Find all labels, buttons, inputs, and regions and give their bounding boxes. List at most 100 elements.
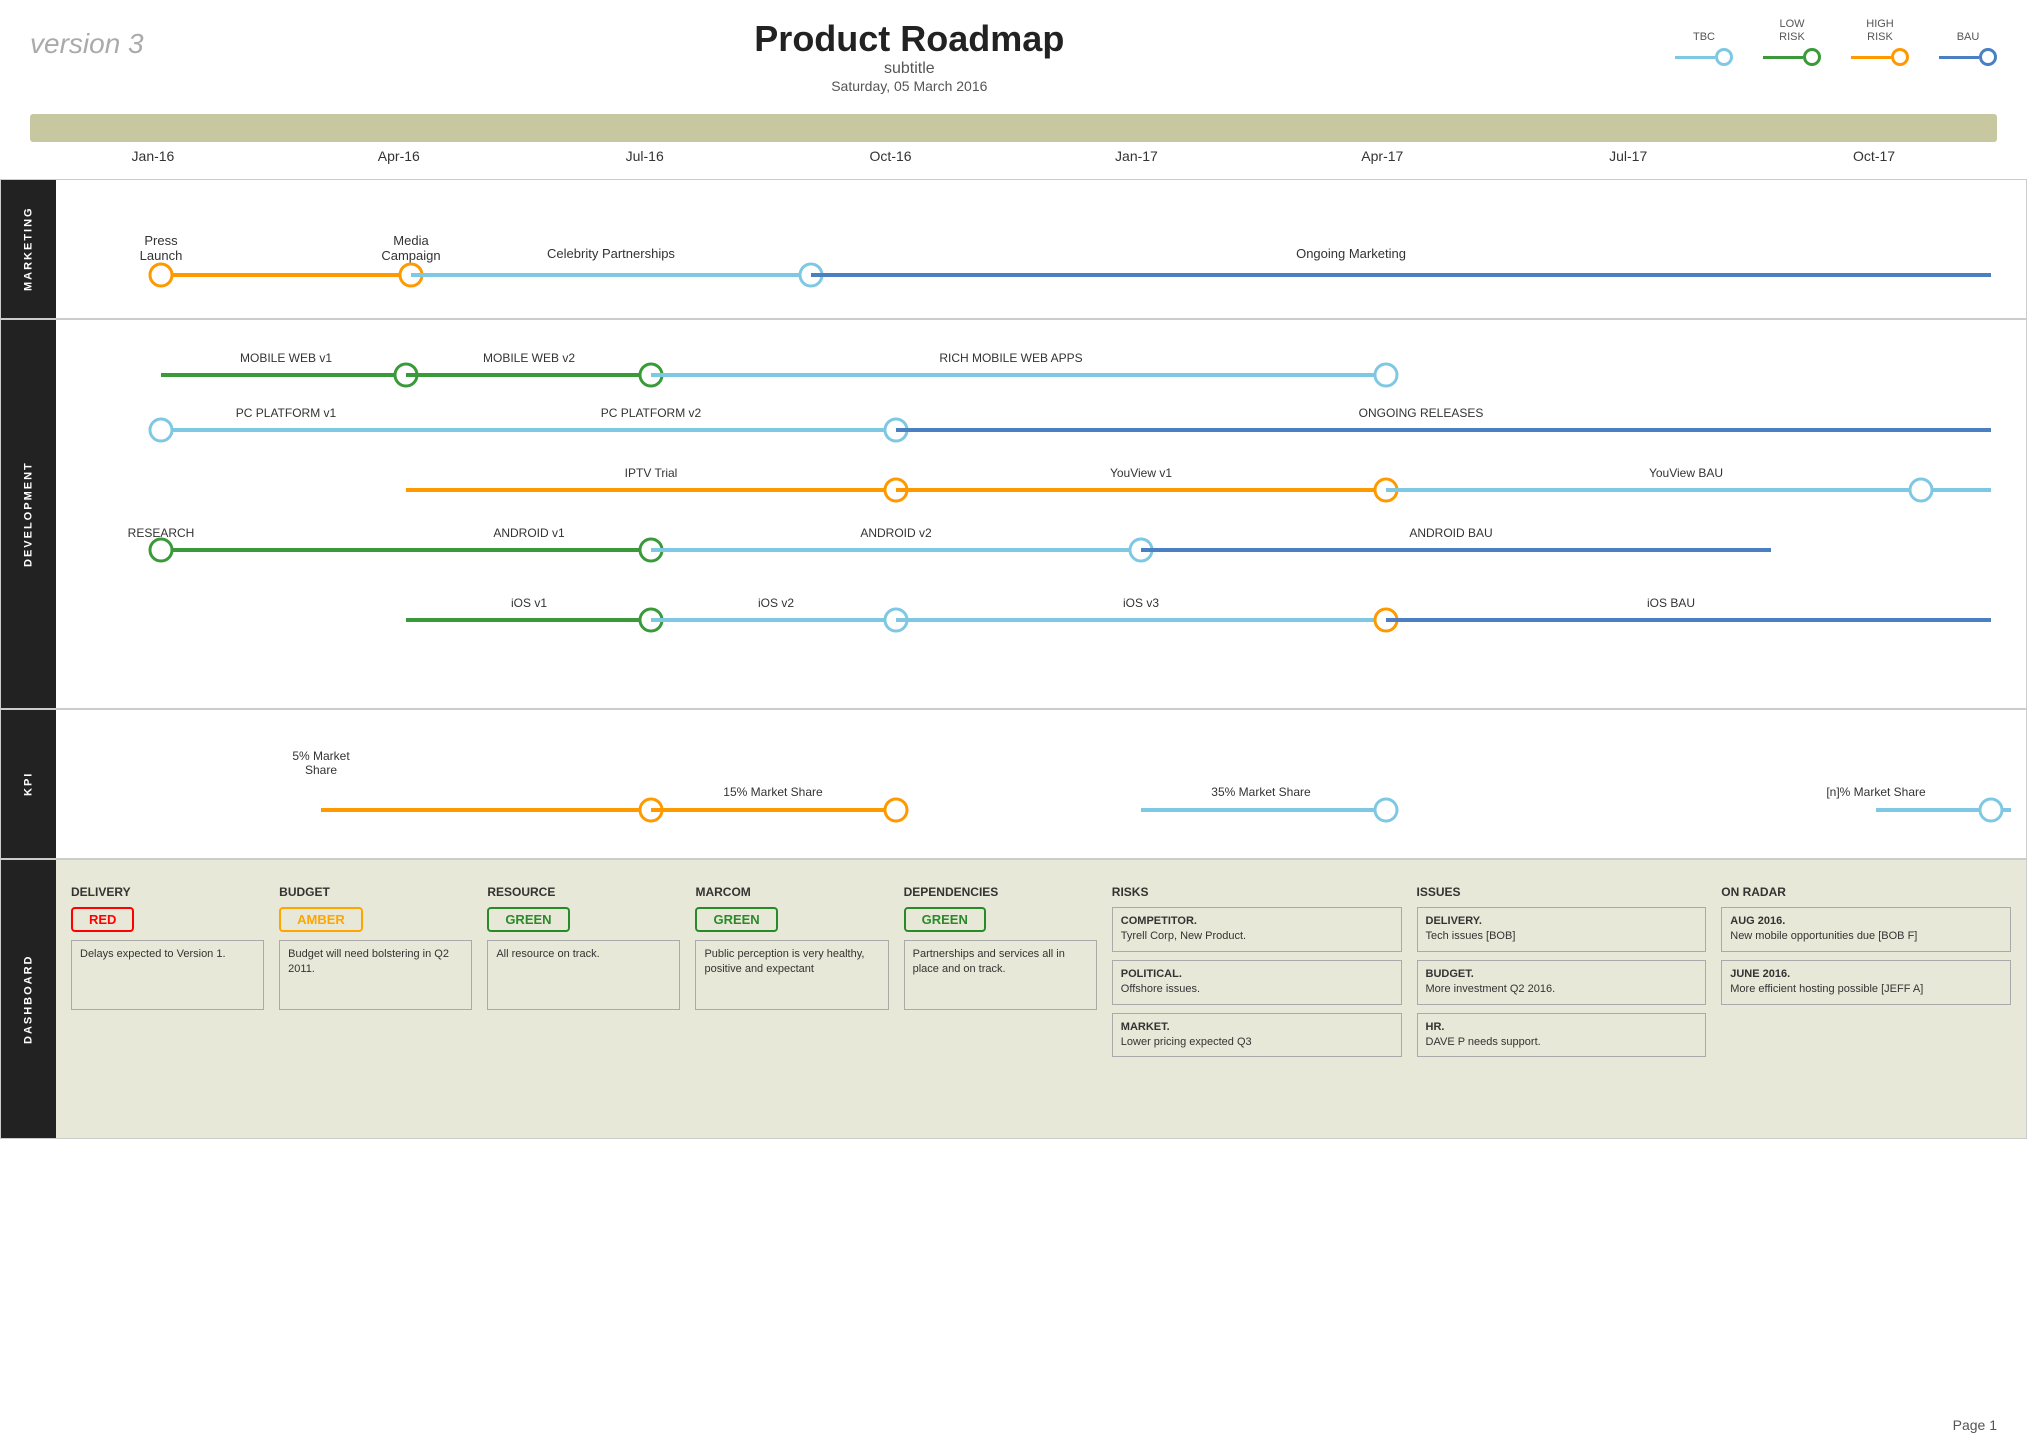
development-chart: MOBILE WEB v1 MOBILE WEB v2 RICH MOBILE … xyxy=(56,330,2026,710)
legend-high-risk-line xyxy=(1851,48,1909,66)
svg-text:iOS v2: iOS v2 xyxy=(758,596,794,610)
svg-text:PC PLATFORM v1: PC PLATFORM v1 xyxy=(236,406,337,420)
subtitle: subtitle xyxy=(754,60,1064,78)
dependencies-title: DEPENDENCIES xyxy=(904,885,1097,899)
resource-card: RESOURCE GREEN All resource on track. xyxy=(487,885,680,1065)
legend-low-risk: LOWRISK xyxy=(1763,18,1821,66)
header: version 3 Product Roadmap subtitle Satur… xyxy=(0,0,2027,104)
resource-title: RESOURCE xyxy=(487,885,680,899)
kpi-label: KPI xyxy=(1,710,56,858)
budget-card: BUDGET AMBER Budget will need bolstering… xyxy=(279,885,472,1065)
legend: TBC LOWRISK HIGHRISK BAU xyxy=(1675,18,1997,71)
svg-text:ANDROID v2: ANDROID v2 xyxy=(860,526,932,540)
delivery-text: Delays expected to Version 1. xyxy=(71,940,264,1010)
issues-title: ISSUES xyxy=(1417,885,1707,899)
resource-text: All resource on track. xyxy=(487,940,680,1010)
risks-title: RISKS xyxy=(1112,885,1402,899)
month-jul16: Jul-16 xyxy=(522,148,768,164)
marcom-title: MARCOM xyxy=(695,885,888,899)
risk-political: POLITICAL.Offshore issues. xyxy=(1112,960,1402,1005)
page-title: Product Roadmap xyxy=(754,18,1064,60)
legend-high-risk-label: HIGHRISK xyxy=(1866,18,1894,44)
month-oct16: Oct-16 xyxy=(768,148,1014,164)
month-jan17: Jan-17 xyxy=(1014,148,1260,164)
version-label: version 3 xyxy=(30,28,144,60)
risk-competitor: COMPETITOR.Tyrell Corp, New Product. xyxy=(1112,907,1402,952)
budget-text: Budget will need bolstering in Q2 2011. xyxy=(279,940,472,1010)
svg-text:35% Market Share: 35% Market Share xyxy=(1211,785,1311,799)
title-block: Product Roadmap subtitle Saturday, 05 Ma… xyxy=(754,18,1064,94)
resource-status: GREEN xyxy=(487,907,569,932)
page-number: Page 1 xyxy=(1953,1417,1997,1433)
legend-low-risk-line xyxy=(1763,48,1821,66)
marcom-status: GREEN xyxy=(695,907,777,932)
svg-text:MOBILE WEB v2: MOBILE WEB v2 xyxy=(483,351,575,365)
svg-text:RICH MOBILE WEB APPS: RICH MOBILE WEB APPS xyxy=(939,351,1082,365)
date: Saturday, 05 March 2016 xyxy=(754,78,1064,94)
risk-market: MARKET.Lower pricing expected Q3 xyxy=(1112,1013,1402,1058)
svg-text:Media: Media xyxy=(393,233,429,248)
risks-card: RISKS COMPETITOR.Tyrell Corp, New Produc… xyxy=(1112,885,1402,1065)
legend-bau: BAU xyxy=(1939,31,1997,66)
svg-text:PC PLATFORM v2: PC PLATFORM v2 xyxy=(601,406,702,420)
month-apr16: Apr-16 xyxy=(276,148,522,164)
legend-high-risk: HIGHRISK xyxy=(1851,18,1909,66)
marketing-label: MARKETING xyxy=(1,180,56,318)
month-apr17: Apr-17 xyxy=(1259,148,1505,164)
svg-text:Campaign: Campaign xyxy=(381,248,440,263)
development-section: DEVELOPMENT MOBILE WEB v1 MOBILE WEB v2 … xyxy=(0,319,2027,709)
sections-wrapper: MARKETING Press Launch Media Campaign xyxy=(0,179,2027,1139)
month-oct17: Oct-17 xyxy=(1751,148,1997,164)
issue-delivery: DELIVERY.Tech issues [BOB] xyxy=(1417,907,1707,952)
marketing-content: Press Launch Media Campaign Celebrity Pa… xyxy=(56,180,2026,318)
svg-text:Ongoing Marketing: Ongoing Marketing xyxy=(1296,246,1406,261)
issue-hr: HR.DAVE P needs support. xyxy=(1417,1013,1707,1058)
timeline-bg xyxy=(30,114,1997,142)
marketing-section: MARKETING Press Launch Media Campaign xyxy=(0,179,2027,319)
timeline-months: Jan-16 Apr-16 Jul-16 Oct-16 Jan-17 Apr-1… xyxy=(30,142,1997,164)
svg-text:Press: Press xyxy=(144,233,178,248)
svg-text:ANDROID BAU: ANDROID BAU xyxy=(1409,526,1492,540)
svg-text:Launch: Launch xyxy=(140,248,183,263)
marcom-text: Public perception is very healthy, posit… xyxy=(695,940,888,1010)
dashboard-label: DASHBOARD xyxy=(1,860,56,1138)
dependencies-status: GREEN xyxy=(904,907,986,932)
marketing-chart: Press Launch Media Campaign Celebrity Pa… xyxy=(56,190,2026,320)
delivery-title: DELIVERY xyxy=(71,885,264,899)
dependencies-card: DEPENDENCIES GREEN Partnerships and serv… xyxy=(904,885,1097,1065)
budget-title: BUDGET xyxy=(279,885,472,899)
legend-bau-line xyxy=(1939,48,1997,66)
svg-text:YouView BAU: YouView BAU xyxy=(1649,466,1723,480)
svg-text:ONGOING RELEASES: ONGOING RELEASES xyxy=(1359,406,1484,420)
kpi-content: 5% Market Share 15% Market Share 35% Mar… xyxy=(56,710,2026,858)
svg-text:IPTV Trial: IPTV Trial xyxy=(625,466,678,480)
svg-text:5% Market: 5% Market xyxy=(292,749,350,763)
dashboard-cards-container: DELIVERY RED Delays expected to Version … xyxy=(56,870,2026,1080)
legend-low-risk-label: LOWRISK xyxy=(1779,18,1805,44)
delivery-status: RED xyxy=(71,907,134,932)
timeline-container: Jan-16 Apr-16 Jul-16 Oct-16 Jan-17 Apr-1… xyxy=(30,114,1997,164)
svg-text:[n]% Market Share: [n]% Market Share xyxy=(1826,785,1926,799)
legend-bau-label: BAU xyxy=(1957,31,1980,44)
budget-status: AMBER xyxy=(279,907,363,932)
svg-text:Celebrity Partnerships: Celebrity Partnerships xyxy=(547,246,675,261)
svg-text:iOS v3: iOS v3 xyxy=(1123,596,1159,610)
svg-text:ANDROID v1: ANDROID v1 xyxy=(493,526,565,540)
dashboard-section: DASHBOARD DELIVERY RED Delays expected t… xyxy=(0,859,2027,1139)
svg-text:iOS v1: iOS v1 xyxy=(511,596,547,610)
development-label: DEVELOPMENT xyxy=(1,320,56,708)
radar-june: JUNE 2016.More efficient hosting possibl… xyxy=(1721,960,2011,1005)
on-radar-title: ON RADAR xyxy=(1721,885,2011,899)
svg-text:Share: Share xyxy=(305,763,337,777)
marcom-card: MARCOM GREEN Public perception is very h… xyxy=(695,885,888,1065)
legend-tbc-label: TBC xyxy=(1693,31,1715,44)
dashboard-content: DELIVERY RED Delays expected to Version … xyxy=(56,860,2026,1138)
development-content: MOBILE WEB v1 MOBILE WEB v2 RICH MOBILE … xyxy=(56,320,2026,708)
radar-aug: AUG 2016.New mobile opportunities due [B… xyxy=(1721,907,2011,952)
svg-text:15% Market Share: 15% Market Share xyxy=(723,785,823,799)
issues-card: ISSUES DELIVERY.Tech issues [BOB] BUDGET… xyxy=(1417,885,1707,1065)
svg-text:MOBILE WEB v1: MOBILE WEB v1 xyxy=(240,351,332,365)
issue-budget: BUDGET.More investment Q2 2016. xyxy=(1417,960,1707,1005)
kpi-chart: 5% Market Share 15% Market Share 35% Mar… xyxy=(56,720,2026,860)
dependencies-text: Partnerships and services all in place a… xyxy=(904,940,1097,1010)
